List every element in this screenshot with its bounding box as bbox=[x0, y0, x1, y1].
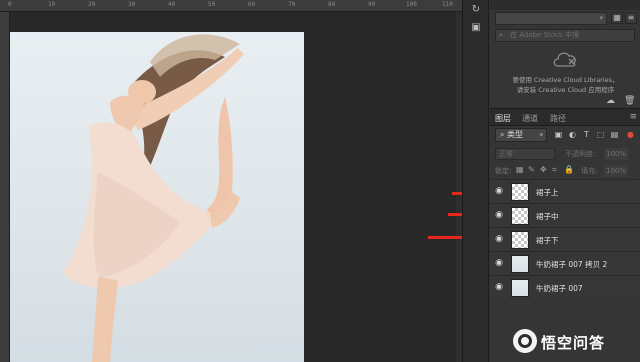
layer-row[interactable]: ◉ 牛奶裙子 007 bbox=[490, 275, 640, 299]
layers-list: ◉ 裙子上 ◉ 裙子中 ◉ 裙子下 ◉ 牛奶裙子 007 拷贝 2 ◉ 牛奶裙子… bbox=[490, 179, 640, 299]
ruler-tick: 100 bbox=[406, 1, 417, 8]
trash-icon[interactable]: 🗑 bbox=[624, 96, 635, 106]
layer-name: 裙子下 bbox=[536, 236, 559, 245]
visibility-eye-icon[interactable]: ◉ bbox=[494, 210, 504, 220]
layers-panel-tabs: 图层 通道 路径 ≡ bbox=[490, 108, 640, 126]
layer-name: 裙子上 bbox=[536, 188, 559, 197]
search-icon: ⌕ bbox=[499, 31, 503, 39]
filter-toggle-icon[interactable]: ● bbox=[626, 130, 635, 139]
adjustment-filter-icon[interactable]: ◐ bbox=[568, 130, 577, 139]
layer-thumbnail bbox=[511, 231, 529, 249]
lock-move-icon[interactable]: ✥ bbox=[540, 165, 547, 174]
tab-channels[interactable]: 通道 bbox=[522, 113, 538, 124]
library-dropdown[interactable]: ▾ bbox=[495, 12, 607, 25]
ruler-tick: 70 bbox=[288, 1, 296, 8]
layer-thumbnail bbox=[511, 207, 529, 225]
ruler-tick: 30 bbox=[128, 1, 136, 8]
opacity-label: 不透明度: bbox=[565, 150, 596, 158]
opacity-value: 100% bbox=[606, 150, 627, 158]
visibility-eye-icon[interactable]: ◉ bbox=[494, 282, 504, 292]
lock-transparent-icon[interactable]: ▦ bbox=[516, 165, 524, 174]
libraries-message-line1: 要使用 Creative Cloud Libraries， bbox=[512, 76, 619, 84]
shape-filter-icon[interactable]: ⬚ bbox=[596, 130, 605, 139]
filter-kind-label: 类型 bbox=[507, 130, 524, 139]
wukong-logo-icon bbox=[513, 329, 537, 353]
ruler-tick: 80 bbox=[328, 1, 336, 8]
fill-field[interactable]: 100% bbox=[604, 165, 628, 177]
panel-menu-icon[interactable]: ≡ bbox=[629, 112, 637, 122]
ruler-tick: 0 bbox=[8, 1, 12, 8]
layer-filter-row: ⌕ 类型 ▾ ▣ ◐ T ⬚ ▤ ● bbox=[490, 126, 640, 144]
history-icon[interactable]: ↻ bbox=[470, 4, 482, 16]
libraries-icon[interactable]: ▣ bbox=[470, 22, 482, 34]
layer-thumbnail bbox=[511, 255, 529, 273]
opacity-field[interactable]: 100% bbox=[604, 148, 628, 160]
lock-brush-icon[interactable]: ✎ bbox=[528, 165, 535, 174]
layer-row[interactable]: ◉ 牛奶裙子 007 拷贝 2 bbox=[490, 251, 640, 275]
filter-kind-dropdown[interactable]: ⌕ 类型 ▾ bbox=[495, 128, 547, 142]
lock-artboard-icon[interactable]: ⌗ bbox=[552, 165, 557, 175]
smart-object-filter-icon[interactable]: ▤ bbox=[610, 130, 619, 139]
blend-mode-value: 正常 bbox=[499, 150, 513, 158]
search-placeholder: 在 Adobe Stock 中搜 bbox=[510, 31, 580, 39]
layer-name: 裙子中 bbox=[536, 212, 559, 221]
watermark-text: 悟空问答 bbox=[541, 334, 606, 352]
vertical-ruler bbox=[0, 12, 10, 362]
lock-row: 锁定: ▦ ✎ ✥ ⌗ 🔒 填充: 100% bbox=[490, 163, 640, 179]
right-panel: ↻ ▣ ▾ ▦ ≡ ⌕ 在 Adobe Stock 中搜 要使用 Creativ… bbox=[462, 0, 640, 362]
layer-name: 牛奶裙子 007 拷贝 2 bbox=[536, 260, 608, 269]
ruler-tick: 110 bbox=[442, 1, 453, 8]
layer-row[interactable]: ◉ 裙子上 bbox=[490, 179, 640, 203]
filter-magnifier-icon: ⌕ bbox=[500, 130, 508, 139]
creative-cloud-icon bbox=[553, 52, 576, 67]
libraries-message-line2: 请安装 Creative Cloud 应用程序 bbox=[516, 86, 615, 94]
chevron-down-icon: ▾ bbox=[539, 131, 543, 139]
grid-view-icon[interactable]: ▦ bbox=[611, 12, 623, 24]
ruler-tick: 10 bbox=[48, 1, 56, 8]
type-filter-icon[interactable]: T bbox=[582, 130, 591, 139]
layer-thumbnail bbox=[511, 279, 529, 297]
ruler-tick: 40 bbox=[168, 1, 176, 8]
fill-label: 填充: bbox=[581, 167, 598, 175]
fill-value: 100% bbox=[606, 167, 627, 175]
list-view-icon[interactable]: ≡ bbox=[625, 12, 637, 24]
ruler-tick: 50 bbox=[208, 1, 216, 8]
libraries-footer: ☁ 🗑 bbox=[490, 96, 640, 108]
libraries-header bbox=[490, 0, 640, 10]
horizontal-ruler: 0 10 20 30 40 50 60 70 80 90 100 110 bbox=[0, 0, 462, 12]
ruler-tick: 20 bbox=[88, 1, 96, 8]
ruler-tick: 90 bbox=[368, 1, 376, 8]
layer-name: 牛奶裙子 007 bbox=[536, 284, 583, 293]
layer-row[interactable]: ◉ 裙子中 bbox=[490, 203, 640, 227]
stock-search-input[interactable]: ⌕ 在 Adobe Stock 中搜 bbox=[495, 29, 635, 42]
layer-row[interactable]: ◉ 裙子下 bbox=[490, 227, 640, 251]
cloud-sync-icon[interactable]: ☁ bbox=[606, 96, 615, 106]
libraries-message: 要使用 Creative Cloud Libraries， 请安装 Creati… bbox=[490, 75, 640, 95]
visibility-eye-icon[interactable]: ◉ bbox=[494, 186, 504, 196]
layer-thumbnail bbox=[511, 183, 529, 201]
tab-layers[interactable]: 图层 bbox=[495, 113, 511, 124]
chevron-down-icon: ▾ bbox=[599, 14, 603, 22]
blend-mode-dropdown[interactable]: 正常 bbox=[495, 148, 555, 160]
panel-icon-strip: ↻ ▣ bbox=[463, 0, 489, 362]
visibility-eye-icon[interactable]: ◉ bbox=[494, 258, 504, 268]
lock-label: 锁定: bbox=[495, 167, 512, 175]
canvas-workspace[interactable] bbox=[10, 12, 462, 362]
visibility-eye-icon[interactable]: ◉ bbox=[494, 234, 504, 244]
ruler-tick: 60 bbox=[248, 1, 256, 8]
panel-dock: ▾ ▦ ≡ ⌕ 在 Adobe Stock 中搜 要使用 Creative Cl… bbox=[490, 0, 640, 362]
lock-all-icon[interactable]: 🔒 bbox=[564, 165, 574, 174]
pixel-filter-icon[interactable]: ▣ bbox=[554, 130, 563, 139]
dancer-figure bbox=[62, 34, 244, 362]
tab-paths[interactable]: 路径 bbox=[550, 113, 566, 124]
dancer-photo[interactable] bbox=[10, 32, 304, 362]
blend-row: 正常 不透明度: 100% bbox=[490, 146, 640, 162]
